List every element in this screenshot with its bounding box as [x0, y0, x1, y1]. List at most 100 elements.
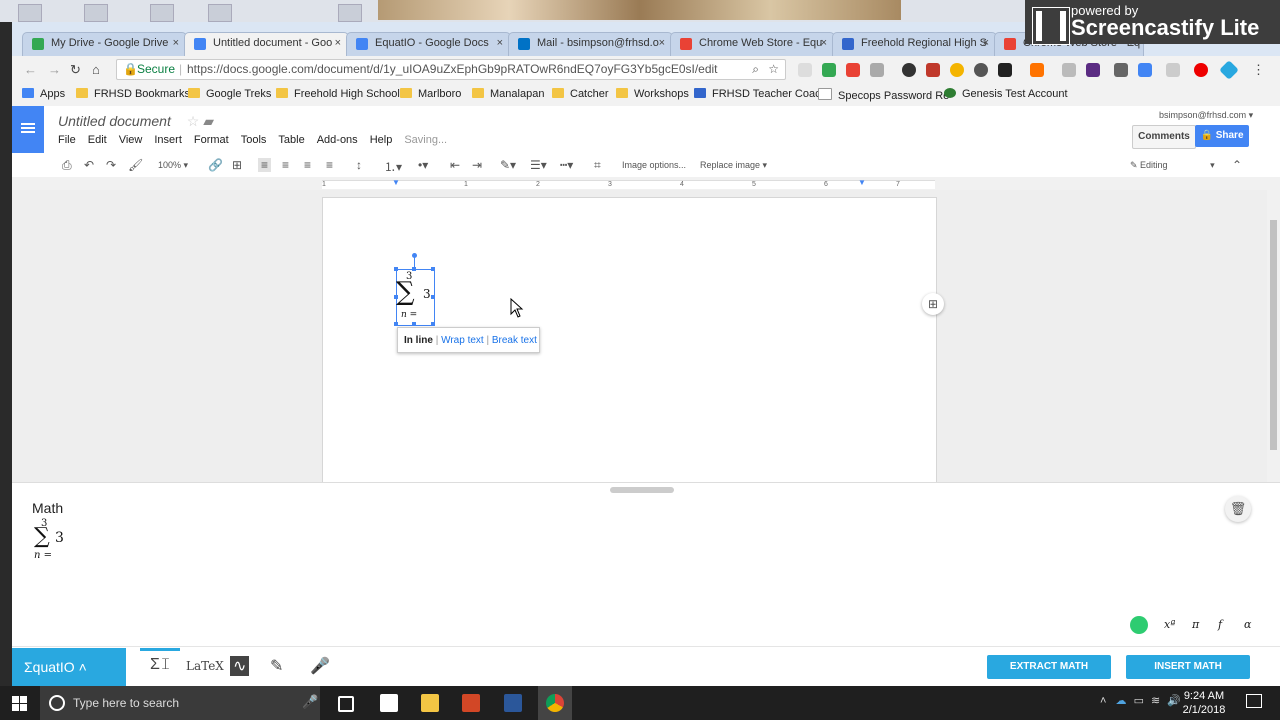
menu-tools[interactable]: Tools — [241, 134, 267, 146]
bookmark-specops[interactable]: Specops Password Re — [818, 88, 949, 102]
print-icon[interactable]: ⎙ — [62, 158, 72, 173]
justify-icon[interactable]: ≡ — [326, 158, 333, 172]
tab-equatio-docs[interactable]: EquatIO - Google Docs × — [346, 32, 511, 56]
bookmark-folder[interactable]: Marlboro — [400, 88, 461, 100]
align-center-icon[interactable]: ≡ — [282, 158, 289, 172]
close-icon[interactable]: × — [335, 37, 341, 49]
menu-insert[interactable]: Insert — [154, 134, 182, 146]
inline-option[interactable]: In line — [404, 335, 433, 346]
equatio-mascot-icon[interactable] — [1130, 616, 1148, 634]
numbered-list-icon[interactable]: ⒈▾ — [384, 158, 402, 175]
resize-handle[interactable] — [394, 267, 398, 271]
menu-edit[interactable]: Edit — [88, 134, 107, 146]
resize-handle[interactable] — [431, 267, 435, 271]
align-right-icon[interactable]: ≡ — [304, 158, 311, 172]
word-icon[interactable] — [504, 694, 522, 712]
alpha-icon[interactable]: α — [1244, 618, 1251, 631]
increase-indent-icon[interactable]: ⇥ — [472, 158, 482, 172]
trash-icon[interactable]: 🗑 — [1225, 496, 1251, 522]
bookmark-folder[interactable]: Google Treks — [188, 88, 271, 100]
resize-handle[interactable] — [394, 322, 398, 326]
address-bar[interactable]: 🔒 Secure | https://docs.google.com/docum… — [116, 59, 786, 80]
border-weight-icon[interactable]: ☰▾ — [530, 158, 547, 172]
paint-format-icon[interactable]: 🖌 — [128, 158, 143, 172]
redo-icon[interactable]: ↷ — [106, 158, 116, 172]
resize-handle[interactable] — [394, 295, 398, 299]
crop-icon[interactable]: ⌗ — [594, 158, 601, 173]
comment-icon[interactable]: ⊞ — [232, 158, 242, 172]
undo-icon[interactable]: ↶ — [84, 158, 94, 172]
chrome-taskbar-button[interactable] — [538, 686, 572, 720]
microphone-icon[interactable]: 🎤 — [302, 694, 318, 710]
star-icon[interactable]: ☆ — [768, 60, 779, 79]
tab-mail[interactable]: Mail - bsimpson@frhsd.o × — [508, 32, 673, 56]
wrap-text-option[interactable]: Wrap text — [441, 335, 484, 346]
file-explorer-icon[interactable] — [421, 694, 439, 712]
replace-image-button[interactable]: Replace image ▾ — [700, 160, 767, 171]
tray-arrow-icon[interactable]: ˄ — [1100, 695, 1106, 707]
resize-handle[interactable] — [431, 322, 435, 326]
bookmark-folder[interactable]: Freehold High School — [276, 88, 400, 100]
tab-freehold-regional[interactable]: Freehold Regional High S × — [832, 32, 997, 56]
extension-icon[interactable] — [1138, 63, 1152, 77]
folder-icon[interactable]: ▰ — [203, 113, 214, 129]
insert-math-button[interactable]: INSERT MATH — [1126, 655, 1250, 679]
math-editor-icon[interactable]: Σ𝙸 — [150, 656, 171, 674]
align-left-icon[interactable]: ≡ — [258, 158, 272, 172]
resize-handle[interactable] — [431, 295, 435, 299]
desktop-icon[interactable] — [150, 4, 174, 22]
border-dash-icon[interactable]: ┅▾ — [560, 158, 573, 172]
menu-help[interactable]: Help — [370, 134, 393, 146]
extension-icon[interactable] — [950, 63, 964, 77]
bookmark-apps[interactable]: Apps — [22, 88, 65, 100]
desktop-icon[interactable] — [208, 4, 232, 22]
bookmark-folder[interactable]: Workshops — [616, 88, 689, 100]
extension-icon[interactable] — [1030, 63, 1044, 77]
extension-icon[interactable] — [1062, 63, 1076, 77]
forward-icon[interactable]: → — [48, 62, 61, 77]
document-title[interactable]: Untitled document ☆ ▰ — [58, 113, 214, 130]
bulleted-list-icon[interactable]: •▾ — [418, 158, 428, 172]
share-button[interactable]: 🔒 Share — [1195, 125, 1249, 147]
equation-image[interactable]: 3 ∑ 3 n = — [396, 269, 435, 326]
comments-button[interactable]: Comments — [1132, 125, 1196, 149]
extension-icon[interactable] — [1114, 63, 1128, 77]
taskbar-search[interactable]: Type here to search 🎤 — [40, 686, 320, 720]
close-icon[interactable]: × — [659, 37, 665, 49]
image-options-button[interactable]: Image options... — [622, 160, 686, 170]
taskbar-clock[interactable]: 9:24 AM 2/1/2018 — [1176, 689, 1232, 717]
equatio-menu-button[interactable]: ΣquatIO ˄ — [12, 648, 126, 686]
indent-marker[interactable]: ▼ — [858, 178, 866, 187]
bookmark-genesis[interactable]: Genesis Test Account — [944, 88, 1068, 100]
break-text-option[interactable]: Break text — [492, 335, 537, 346]
extension-icon[interactable] — [926, 63, 940, 77]
zoom-select[interactable]: 100% ▾ — [158, 160, 188, 171]
star-icon[interactable]: ☆ — [187, 113, 200, 129]
extension-icon[interactable] — [974, 63, 988, 77]
decrease-indent-icon[interactable]: ⇤ — [450, 158, 460, 172]
close-icon[interactable]: × — [173, 37, 179, 49]
powerpoint-icon[interactable] — [462, 694, 480, 712]
panel-resize-grip[interactable] — [610, 487, 674, 493]
line-spacing-icon[interactable]: ↕ — [356, 158, 362, 172]
pi-icon[interactable]: π — [1192, 618, 1199, 631]
latex-editor-icon[interactable]: LaTeX — [186, 659, 224, 673]
bookmark-folder[interactable]: Manalapan — [472, 88, 544, 100]
graph-editor-icon[interactable]: ∿ — [230, 656, 250, 676]
indent-marker[interactable]: ▼ — [392, 178, 400, 187]
extension-icon[interactable] — [998, 63, 1012, 77]
back-icon[interactable]: ← — [24, 62, 37, 77]
menu-icon[interactable]: ⋮ — [1252, 62, 1265, 78]
collapse-icon[interactable]: ⌃ — [1232, 158, 1242, 172]
add-comment-button[interactable]: ⊞ — [922, 293, 944, 315]
math-editor-equation[interactable]: 3 ∑ 3 n = — [32, 517, 92, 567]
extension-icon[interactable] — [902, 63, 916, 77]
desktop-icon[interactable] — [338, 4, 362, 22]
exponent-icon[interactable]: xª — [1164, 618, 1175, 631]
extension-icon[interactable] — [1194, 63, 1208, 77]
menu-table[interactable]: Table — [278, 134, 304, 146]
bookmark-folder[interactable]: Catcher — [552, 88, 609, 100]
menu-file[interactable]: File — [58, 134, 76, 146]
notifications-icon[interactable] — [1246, 694, 1262, 708]
resize-handle[interactable] — [412, 322, 416, 326]
